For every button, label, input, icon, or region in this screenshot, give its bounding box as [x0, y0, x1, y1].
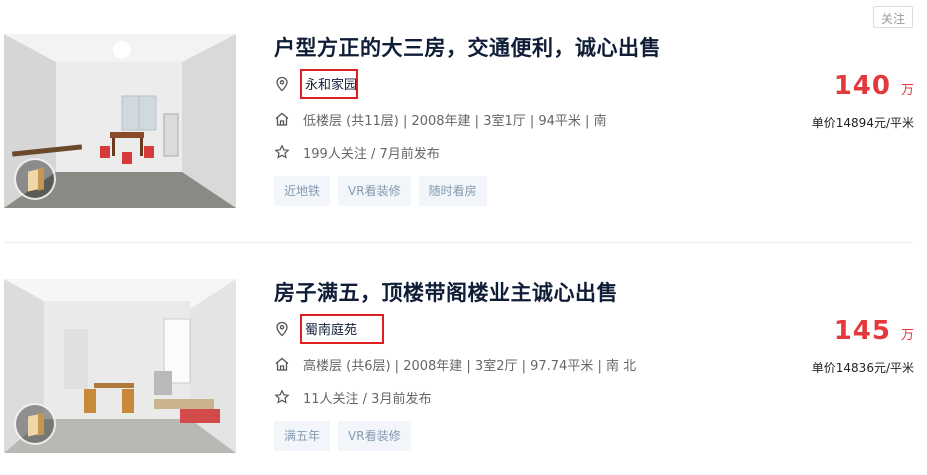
house-info-row: 低楼层 (共11层) | 2008年建 | 3室1厅 | 94平米 | 南: [274, 109, 607, 129]
listing-title[interactable]: 房子满五，顶楼带阁楼业主诚心出售: [274, 277, 618, 307]
location-pin-icon: [276, 76, 288, 92]
tag-list: 近地铁 VR看装修 随时看房: [274, 176, 487, 206]
tag-near-subway[interactable]: 近地铁: [274, 176, 331, 206]
follow-info-text: 199人关注 / 7月前发布: [303, 146, 440, 162]
listing-card: 房子满五，顶楼带阁楼业主诚心出售 蜀南庭苑 高楼层 (共6层) | 2008年建…: [0, 245, 927, 475]
tag-vr-decor[interactable]: VR看装修: [338, 176, 411, 206]
community-link[interactable]: 永和家园: [300, 69, 358, 99]
house-info-text: 高楼层 (共6层) | 2008年建 | 3室2厅 | 97.74平米 | 南 …: [303, 358, 637, 374]
listing-title[interactable]: 户型方正的大三房，交通便利，诚心出售: [274, 32, 661, 62]
follow-info-row: 11人关注 / 3月前发布: [274, 387, 431, 407]
vr-door-icon[interactable]: [14, 158, 56, 200]
vr-door-icon[interactable]: [14, 403, 56, 445]
house-icon: [275, 112, 289, 126]
total-price-value: 140: [833, 71, 891, 101]
address-row: 蜀南庭苑: [274, 314, 384, 344]
tag-five-years[interactable]: 满五年: [274, 421, 331, 451]
total-price-value: 145: [833, 316, 891, 346]
total-price-unit: 万: [900, 328, 914, 343]
total-price-unit: 万: [900, 83, 914, 98]
follow-info-row: 199人关注 / 7月前发布: [274, 142, 440, 162]
house-info-text: 低楼层 (共11层) | 2008年建 | 3室1厅 | 94平米 | 南: [303, 113, 607, 129]
follow-info-text: 11人关注 / 3月前发布: [303, 391, 432, 407]
star-icon: [274, 389, 290, 404]
tag-viewing-anytime[interactable]: 随时看房: [418, 176, 487, 206]
unit-price: 单价14836元/平米: [811, 361, 914, 375]
house-info-row: 高楼层 (共6层) | 2008年建 | 3室2厅 | 97.74平米 | 南 …: [274, 354, 636, 374]
listing-divider: [4, 242, 914, 243]
house-icon: [275, 357, 289, 371]
total-price: 145 万: [834, 316, 914, 346]
tag-list: 满五年 VR看装修: [274, 421, 411, 451]
listing-card: 户型方正的大三房，交通便利，诚心出售 永和家园 低楼层 (共11层) | 200…: [0, 0, 927, 245]
tag-vr-decor[interactable]: VR看装修: [338, 421, 411, 451]
location-pin-icon: [276, 321, 288, 337]
community-link[interactable]: 蜀南庭苑: [300, 314, 384, 344]
unit-price: 单价14894元/平米: [811, 116, 914, 130]
total-price: 140 万: [834, 71, 914, 101]
listing-photo[interactable]: [4, 279, 236, 453]
listing-photo[interactable]: [4, 34, 236, 208]
star-icon: [274, 144, 290, 159]
address-row: 永和家园: [274, 69, 358, 99]
